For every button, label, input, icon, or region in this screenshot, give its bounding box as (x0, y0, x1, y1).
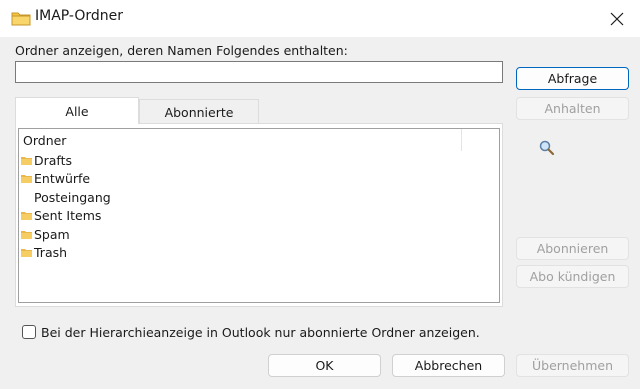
tree-item-entwuerfe[interactable]: Entwürfe (21, 169, 90, 187)
apply-button[interactable]: Übernehmen (516, 354, 629, 377)
subscribed-only-label: Bei der Hierarchieanzeige in Outlook nur… (41, 325, 480, 340)
tree-column-header[interactable]: Ordner (19, 129, 462, 151)
folder-icon (21, 211, 32, 220)
folder-tree[interactable]: Ordner Drafts Entwürfe Posteingang Sent … (18, 128, 500, 303)
stop-button[interactable]: Anhalten (516, 97, 629, 120)
folder-icon (21, 230, 32, 239)
tab-alle[interactable]: Alle (15, 97, 139, 124)
close-icon (610, 12, 624, 25)
dialog-body: Ordner anzeigen, deren Namen Folgendes e… (0, 37, 640, 389)
folder-filter-input[interactable] (15, 61, 503, 83)
folder-icon (21, 248, 32, 257)
close-button[interactable] (594, 0, 640, 37)
window-title: IMAP-Ordner (35, 8, 124, 24)
tree-item-spam[interactable]: Spam (21, 225, 70, 243)
subscribe-button[interactable]: Abonnieren (516, 237, 629, 260)
folder-icon (11, 12, 31, 26)
tree-item-drafts[interactable]: Drafts (21, 151, 72, 169)
unsubscribe-button[interactable]: Abo kündigen (516, 265, 629, 288)
tree-item-trash[interactable]: Trash (21, 243, 67, 261)
tab-abonnierte[interactable]: Abonnierte (139, 99, 259, 124)
ok-button[interactable]: OK (268, 354, 381, 377)
title-bar: IMAP-Ordner (0, 0, 640, 37)
folder-icon (21, 174, 32, 183)
tree-item-posteingang[interactable]: Posteingang (34, 188, 111, 206)
filter-label: Ordner anzeigen, deren Namen Folgendes e… (15, 43, 348, 58)
folder-icon (21, 156, 32, 165)
query-button[interactable]: Abfrage (516, 67, 629, 90)
cancel-button[interactable]: Abbrechen (392, 354, 505, 377)
magnifier-icon (539, 140, 555, 156)
subscribed-only-checkbox[interactable] (22, 325, 36, 339)
tree-item-sent-items[interactable]: Sent Items (21, 206, 101, 224)
